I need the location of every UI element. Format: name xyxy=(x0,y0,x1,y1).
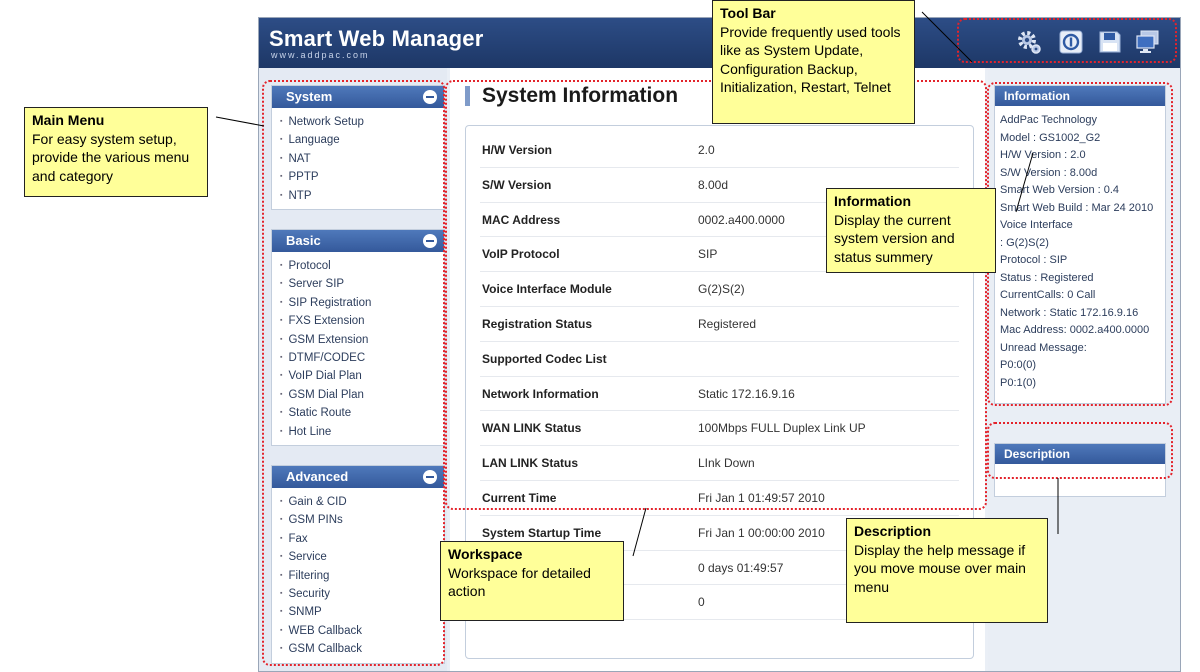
callout-description: Description Display the help message if … xyxy=(846,518,1048,623)
callout-main-menu: Main Menu For easy system setup, provide… xyxy=(24,107,208,197)
leader-line-toolbar xyxy=(921,11,973,63)
callout-title: Main Menu xyxy=(32,112,105,128)
callout-body: Provide frequently used tools like as Sy… xyxy=(720,23,901,96)
callout-body: For easy system setup, provide the vario… xyxy=(32,130,190,184)
callout-body: Display the current system version and s… xyxy=(834,211,955,265)
leader-line-information xyxy=(1015,152,1034,213)
callout-title: Workspace xyxy=(448,546,523,562)
callout-body: Display the help message if you move mou… xyxy=(854,541,1026,595)
callout-title: Information xyxy=(834,193,911,209)
callout-information: Information Display the current system v… xyxy=(826,188,996,273)
callout-tool-bar: Tool Bar Provide frequently used tools l… xyxy=(712,0,915,124)
callout-body: Workspace for detailed action xyxy=(448,564,591,600)
callout-title: Tool Bar xyxy=(720,5,776,21)
leader-line-main-menu xyxy=(215,116,265,127)
callout-workspace: Workspace Workspace for detailed action xyxy=(440,541,624,621)
leader-line-workspace xyxy=(632,507,647,557)
callout-title: Description xyxy=(854,523,932,539)
